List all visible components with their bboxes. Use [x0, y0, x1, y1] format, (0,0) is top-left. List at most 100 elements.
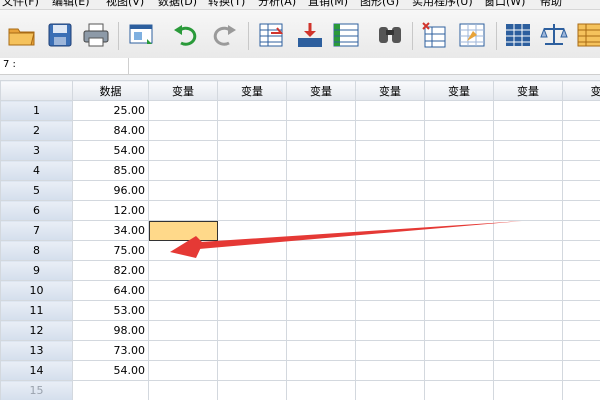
empty-cell[interactable]	[355, 340, 425, 361]
menu-graphs[interactable]: 图形(G)	[360, 0, 399, 8]
menu-edit[interactable]: 编辑(E)	[52, 0, 90, 8]
row-header[interactable]: 2	[0, 120, 73, 141]
empty-cell[interactable]	[424, 120, 494, 141]
empty-cell[interactable]	[493, 120, 563, 141]
empty-cell[interactable]	[493, 180, 563, 201]
empty-cell[interactable]	[493, 140, 563, 161]
empty-cell[interactable]	[562, 200, 600, 221]
empty-cell[interactable]	[286, 200, 356, 221]
empty-cell[interactable]	[286, 360, 356, 381]
empty-cell[interactable]	[148, 340, 218, 361]
empty-cell[interactable]	[355, 280, 425, 301]
empty-cell[interactable]	[562, 220, 600, 241]
empty-cell[interactable]	[424, 240, 494, 261]
empty-cell[interactable]	[424, 300, 494, 321]
data-cell[interactable]: 12.00	[72, 200, 149, 221]
empty-cell[interactable]	[424, 220, 494, 241]
empty-cell[interactable]	[148, 260, 218, 281]
goto-variable-icon[interactable]	[294, 20, 326, 50]
empty-cell[interactable]	[493, 300, 563, 321]
empty-cell[interactable]	[355, 160, 425, 181]
row-header[interactable]: 14	[0, 360, 73, 381]
empty-cell[interactable]	[424, 140, 494, 161]
empty-cell[interactable]	[217, 100, 287, 121]
empty-cell[interactable]	[148, 380, 218, 400]
data-cell[interactable]: 54.00	[72, 140, 149, 161]
redo-icon[interactable]	[208, 20, 240, 50]
data-cell[interactable]: 75.00	[72, 240, 149, 261]
empty-cell[interactable]	[355, 360, 425, 381]
empty-cell[interactable]	[562, 180, 600, 201]
empty-cell[interactable]	[562, 140, 600, 161]
empty-cell[interactable]	[217, 300, 287, 321]
empty-cell[interactable]	[355, 320, 425, 341]
empty-cell[interactable]	[286, 380, 356, 400]
empty-cell[interactable]	[355, 200, 425, 221]
menu-window[interactable]: 窗口(W)	[484, 0, 525, 8]
empty-cell[interactable]	[562, 260, 600, 281]
empty-cell[interactable]	[424, 320, 494, 341]
menu-view[interactable]: 视图(V)	[106, 0, 144, 8]
row-header[interactable]: 1	[0, 100, 73, 121]
save-icon[interactable]	[44, 20, 76, 50]
empty-cell[interactable]	[493, 340, 563, 361]
empty-cell[interactable]	[424, 380, 494, 400]
empty-cell[interactable]	[493, 320, 563, 341]
empty-cell[interactable]	[148, 200, 218, 221]
column-header-data[interactable]: 数据	[72, 80, 149, 101]
empty-cell[interactable]	[217, 140, 287, 161]
empty-cell[interactable]	[562, 160, 600, 181]
goto-case-icon[interactable]	[256, 20, 288, 50]
empty-cell[interactable]	[355, 100, 425, 121]
empty-cell[interactable]	[424, 360, 494, 381]
row-header[interactable]: 9	[0, 260, 73, 281]
menu-help[interactable]: 帮助	[540, 0, 562, 8]
data-cell[interactable]: 53.00	[72, 300, 149, 321]
empty-cell[interactable]	[148, 240, 218, 261]
row-header[interactable]: 7	[0, 220, 73, 241]
open-folder-icon[interactable]	[6, 20, 38, 50]
empty-cell[interactable]	[562, 300, 600, 321]
empty-cell[interactable]	[493, 380, 563, 400]
empty-cell[interactable]	[217, 260, 287, 281]
row-header[interactable]: 5	[0, 180, 73, 201]
menu-utilities[interactable]: 实用程序(U)	[412, 0, 473, 8]
row-header[interactable]: 15	[0, 380, 73, 400]
empty-cell[interactable]	[217, 240, 287, 261]
empty-cell[interactable]	[148, 280, 218, 301]
empty-cell[interactable]	[148, 320, 218, 341]
empty-cell[interactable]	[217, 360, 287, 381]
empty-cell[interactable]	[148, 160, 218, 181]
empty-cell[interactable]	[562, 120, 600, 141]
menu-transform[interactable]: 转换(T)	[208, 0, 245, 8]
row-header[interactable]: 12	[0, 320, 73, 341]
empty-cell[interactable]	[562, 100, 600, 121]
empty-cell[interactable]	[493, 100, 563, 121]
data-cell[interactable]: 25.00	[72, 100, 149, 121]
empty-cell[interactable]	[355, 260, 425, 281]
empty-cell[interactable]	[355, 240, 425, 261]
empty-cell[interactable]	[562, 340, 600, 361]
menu-data[interactable]: 数据(D)	[158, 0, 197, 8]
empty-cell[interactable]	[286, 280, 356, 301]
column-header-var[interactable]: 变量	[493, 80, 563, 101]
data-cell[interactable]: 98.00	[72, 320, 149, 341]
empty-cell[interactable]	[217, 380, 287, 400]
empty-cell[interactable]	[217, 200, 287, 221]
empty-cell[interactable]	[217, 180, 287, 201]
empty-cell[interactable]	[217, 320, 287, 341]
menu-direct-marketing[interactable]: 直销(M)	[308, 0, 348, 8]
column-header-var[interactable]: 变量	[562, 80, 600, 101]
empty-cell[interactable]	[286, 140, 356, 161]
empty-cell[interactable]	[148, 120, 218, 141]
data-cell[interactable]: 85.00	[72, 160, 149, 181]
empty-cell[interactable]	[355, 300, 425, 321]
column-header-var[interactable]: 变量	[424, 80, 494, 101]
empty-cell[interactable]	[217, 340, 287, 361]
empty-cell[interactable]	[148, 180, 218, 201]
insert-cases-icon[interactable]	[418, 20, 450, 50]
empty-cell[interactable]	[148, 100, 218, 121]
empty-cell[interactable]	[286, 180, 356, 201]
empty-cell[interactable]	[286, 300, 356, 321]
column-header-var[interactable]: 变量	[355, 80, 425, 101]
